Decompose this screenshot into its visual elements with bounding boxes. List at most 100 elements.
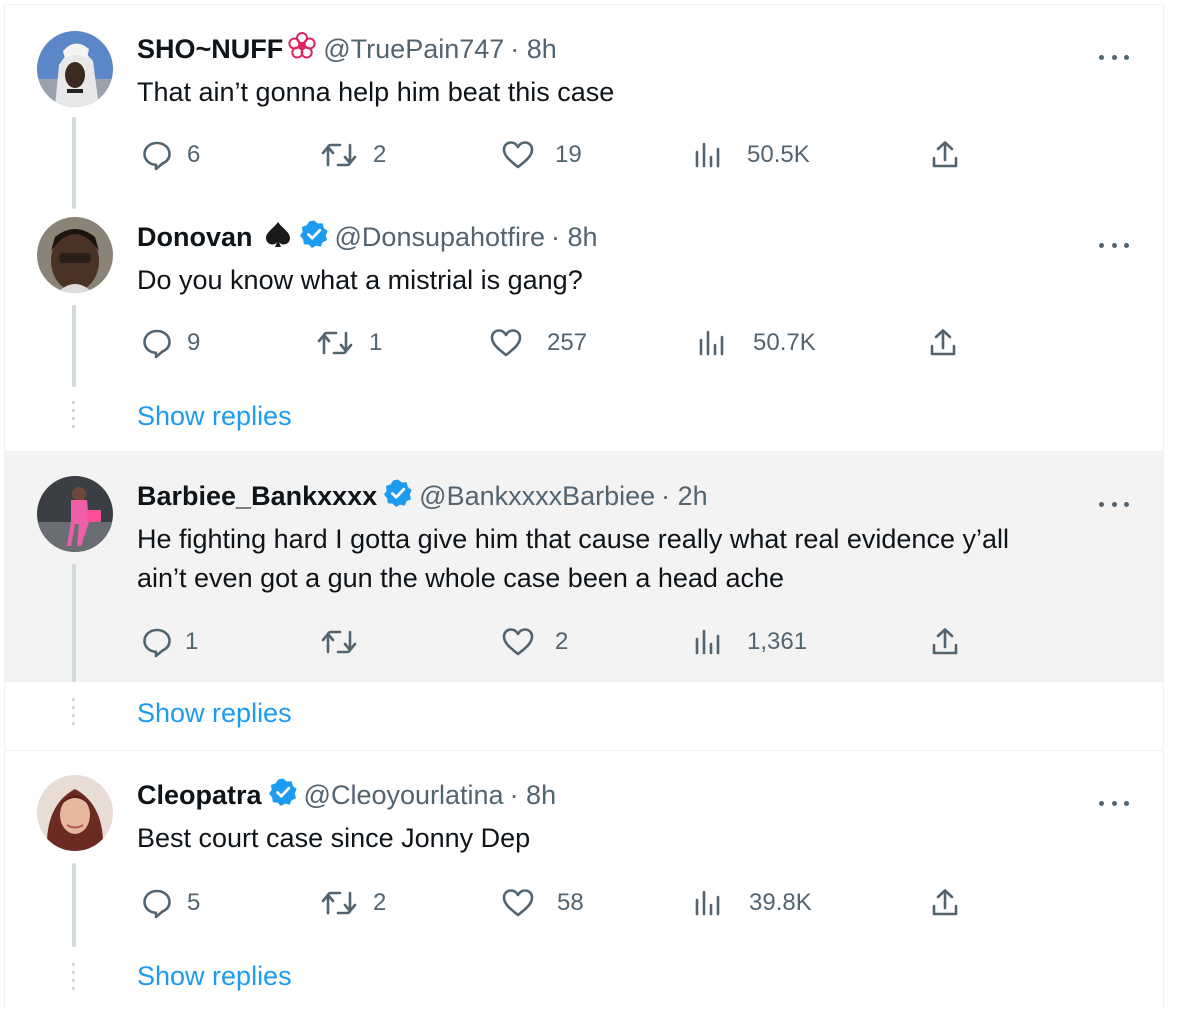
- replies-thread: SHO~NUFF @TruePain747 · 8h That ain’t go…: [4, 4, 1164, 1010]
- tweet-actions: 9 1 257 50.7K: [137, 323, 977, 363]
- thread-dots: [72, 963, 76, 995]
- red-flower-emoji-icon: [287, 31, 317, 68]
- share-icon: [929, 626, 961, 658]
- show-replies-link[interactable]: Show replies: [137, 401, 292, 432]
- tweet-4[interactable]: Cleopatra @Cleoyourlatina · 8h Best cour…: [5, 751, 1163, 1010]
- views-icon: [693, 887, 723, 919]
- retweet-button[interactable]: 2: [319, 883, 386, 923]
- retweet-count: 2: [373, 141, 387, 168]
- show-replies-row[interactable]: Show replies: [5, 682, 1163, 750]
- reply-count: 6: [187, 141, 201, 168]
- reply-count: 1: [185, 628, 199, 655]
- more-icon[interactable]: [1099, 47, 1129, 67]
- views-button[interactable]: 39.8K: [693, 883, 812, 923]
- tweet-text-line: He fighting hard I gotta give him that c…: [137, 524, 1009, 554]
- tweet-header: SHO~NUFF @TruePain747 · 8h: [137, 31, 557, 67]
- display-name[interactable]: Donovan: [137, 222, 253, 253]
- thread-line: [72, 564, 76, 682]
- like-count: 257: [547, 329, 588, 356]
- tweet-3[interactable]: Barbiee_Bankxxxx @BankxxxxBarbiee · 2h H…: [5, 452, 1163, 682]
- like-count: 19: [555, 141, 582, 168]
- display-name[interactable]: SHO~NUFF: [137, 34, 283, 65]
- thread-line: [72, 305, 76, 387]
- tweet-header: Cleopatra @Cleoyourlatina · 8h: [137, 777, 556, 813]
- reply-button[interactable]: 5: [141, 883, 200, 923]
- timestamp[interactable]: · 8h: [510, 780, 557, 811]
- like-count: 58: [557, 889, 584, 916]
- tweet-actions: 6 2 19 50.5K: [137, 135, 977, 175]
- tweet-1[interactable]: SHO~NUFF @TruePain747 · 8h That ain’t go…: [5, 5, 1163, 209]
- views-icon: [693, 626, 723, 658]
- views-button[interactable]: 50.5K: [693, 135, 810, 175]
- retweet-button[interactable]: 2: [319, 135, 386, 175]
- user-handle[interactable]: @Cleoyourlatina: [304, 780, 504, 811]
- retweet-count: 1: [369, 329, 383, 356]
- display-name[interactable]: Cleopatra: [137, 780, 262, 811]
- share-icon: [929, 139, 961, 171]
- views-icon: [693, 139, 723, 171]
- verified-badge-icon[interactable]: [299, 219, 329, 256]
- show-replies-link[interactable]: Show replies: [137, 698, 292, 729]
- retweet-button[interactable]: [319, 622, 373, 662]
- reply-button[interactable]: 6: [141, 135, 200, 175]
- tweet-text: That ain’t gonna help him beat this case: [137, 77, 615, 107]
- user-handle[interactable]: @BankxxxxBarbiee: [419, 481, 655, 512]
- like-icon: [501, 626, 535, 658]
- tweet-text-line: ain’t even got a gun the whole case been…: [137, 563, 784, 593]
- reply-icon: [141, 139, 173, 171]
- spade-emoji-icon: [263, 219, 293, 256]
- like-button[interactable]: 58: [501, 883, 584, 923]
- reply-button[interactable]: 1: [141, 622, 198, 662]
- tweet-header: Donovan @Donsupahotfire · 8h: [137, 219, 598, 255]
- tweet-header: Barbiee_Bankxxxx @BankxxxxBarbiee · 2h: [137, 478, 708, 514]
- tweet-text: He fighting hard I gotta give him that c…: [137, 520, 1137, 598]
- like-button[interactable]: 19: [501, 135, 582, 175]
- view-count: 50.7K: [753, 329, 816, 356]
- reply-button[interactable]: 9: [141, 323, 200, 363]
- share-button[interactable]: [927, 323, 959, 363]
- avatar[interactable]: [37, 31, 113, 107]
- display-name[interactable]: Barbiee_Bankxxxx: [137, 481, 377, 512]
- thread-dots: [72, 401, 76, 433]
- retweet-icon: [319, 626, 359, 658]
- more-icon[interactable]: [1099, 494, 1129, 514]
- verified-badge-icon[interactable]: [383, 478, 413, 515]
- share-button[interactable]: [929, 883, 961, 923]
- like-button[interactable]: 2: [501, 622, 568, 662]
- avatar[interactable]: [37, 775, 113, 851]
- reply-icon: [141, 887, 173, 919]
- views-button[interactable]: 50.7K: [697, 323, 816, 363]
- user-handle[interactable]: @TruePain747: [323, 34, 504, 65]
- avatar[interactable]: [37, 217, 113, 293]
- more-icon[interactable]: [1099, 793, 1129, 813]
- avatar[interactable]: [37, 476, 113, 552]
- share-icon: [927, 327, 959, 359]
- retweet-icon: [319, 139, 359, 171]
- timestamp[interactable]: · 8h: [551, 222, 598, 253]
- tweet-2[interactable]: Donovan @Donsupahotfire · 8h Do you know…: [5, 205, 1163, 451]
- more-icon[interactable]: [1099, 235, 1129, 255]
- view-count: 50.5K: [747, 141, 810, 168]
- retweet-button[interactable]: 1: [315, 323, 382, 363]
- reply-icon: [141, 626, 173, 658]
- user-handle[interactable]: @Donsupahotfire: [335, 222, 546, 253]
- share-button[interactable]: [929, 622, 961, 662]
- thread-dots: [72, 698, 76, 730]
- like-button[interactable]: 257: [489, 323, 587, 363]
- retweet-icon: [315, 327, 355, 359]
- thread-line: [72, 117, 76, 209]
- like-count: 2: [555, 628, 569, 655]
- view-count: 1,361: [747, 628, 808, 655]
- timestamp[interactable]: · 2h: [661, 481, 708, 512]
- verified-badge-icon[interactable]: [268, 777, 298, 814]
- share-button[interactable]: [929, 135, 961, 175]
- show-replies-link[interactable]: Show replies: [137, 961, 292, 992]
- tweet-text: Do you know what a mistrial is gang?: [137, 265, 583, 295]
- share-icon: [929, 887, 961, 919]
- tweet-actions: 5 2 58 39.8K: [137, 883, 977, 923]
- retweet-count: 2: [373, 889, 387, 916]
- views-button[interactable]: 1,361: [693, 622, 807, 662]
- view-count: 39.8K: [749, 889, 812, 916]
- views-icon: [697, 327, 727, 359]
- timestamp[interactable]: · 8h: [510, 34, 557, 65]
